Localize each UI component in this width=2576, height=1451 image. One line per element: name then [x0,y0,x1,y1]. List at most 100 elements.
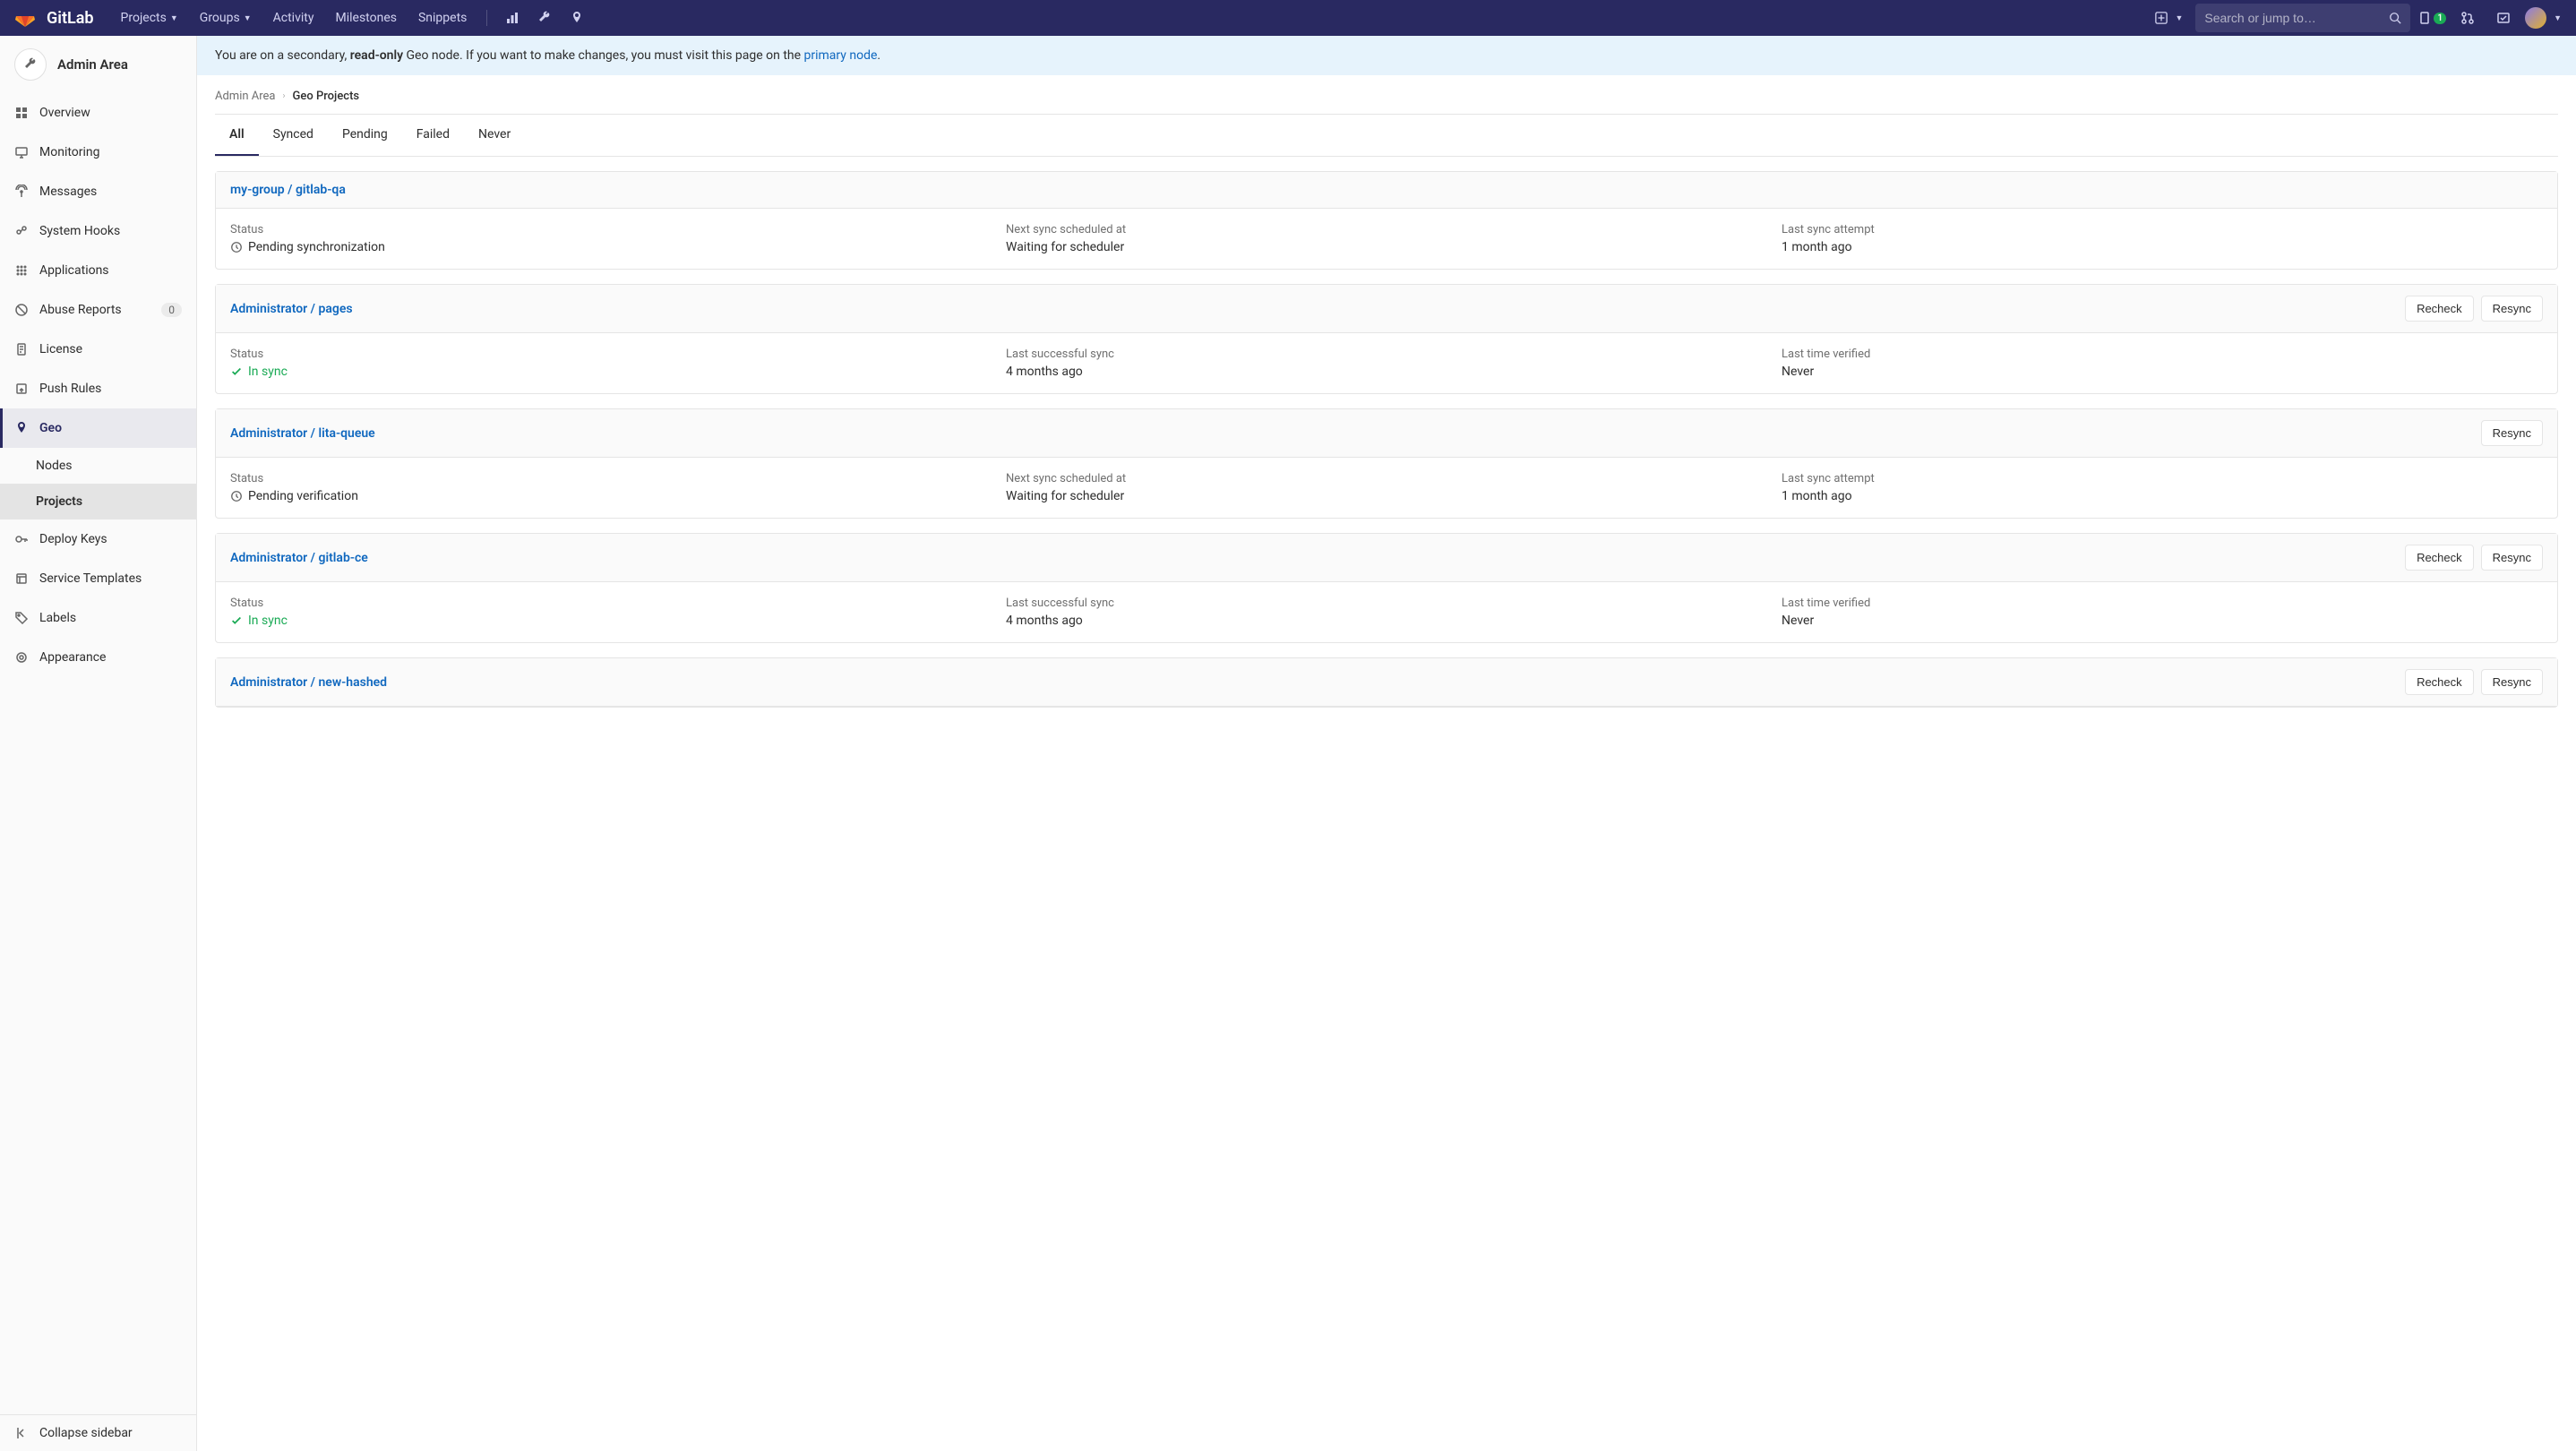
resync-button[interactable]: Resync [2481,296,2543,322]
sidebar-item-label: Push Rules [39,382,101,396]
check-icon [230,365,243,378]
nav-activity[interactable]: Activity [264,0,323,36]
recheck-button[interactable]: Recheck [2405,296,2474,322]
breadcrumb-current: Geo Projects [293,90,360,103]
project-field: Status In sync [230,597,992,628]
search-box[interactable] [2195,4,2410,32]
resync-button[interactable]: Resync [2481,545,2543,571]
field-label: Next sync scheduled at [1006,223,1767,236]
project-panel: Administrator / new-hashed Recheck Resync [215,657,2558,708]
search-input[interactable] [2204,11,2389,25]
merge-requests-icon[interactable] [2453,4,2482,32]
sidebar-item-monitoring[interactable]: Monitoring [0,133,196,172]
sidebar-item-geo[interactable]: Geo [0,408,196,448]
sidebar-header: Admin Area [0,36,196,93]
chevron-down-icon: ▼ [2175,13,2183,23]
geo-location-icon[interactable] [562,4,591,32]
project-title-link[interactable]: my-group / gitlab-qa [230,183,346,197]
sidebar-item-appearance[interactable]: Appearance [0,638,196,677]
todos-icon[interactable] [2489,4,2518,32]
resync-button[interactable]: Resync [2481,420,2543,446]
analytics-icon[interactable] [498,4,527,32]
project-title-link[interactable]: Administrator / lita-queue [230,426,375,441]
sidebar-item-labels[interactable]: Labels [0,598,196,638]
project-panel: Administrator / pages RecheckResync Stat… [215,284,2558,394]
sidebar-item-label: System Hooks [39,224,120,238]
issues-icon[interactable]: 1 [2417,11,2446,25]
sidebar-subitem-nodes[interactable]: Nodes [0,448,196,484]
chevron-down-icon: ▼ [170,13,178,23]
sidebar-subitem-label: Nodes [36,459,73,473]
breadcrumb: Admin Area › Geo Projects [215,90,2558,103]
resync-button[interactable]: Resync [2481,669,2543,695]
user-menu[interactable]: ▼ [2525,7,2562,29]
panel-header: Administrator / new-hashed Recheck Resync [216,658,2557,707]
chevron-right-icon: › [283,91,286,101]
nav-groups[interactable]: Groups▼ [191,0,261,36]
field-value: 1 month ago [1782,240,2543,254]
collapse-label: Collapse sidebar [39,1426,133,1440]
project-title-link[interactable]: Administrator / pages [230,302,353,316]
recheck-button[interactable]: Recheck [2405,545,2474,571]
license-icon [14,342,29,356]
panel-header: Administrator / gitlab-ce Recheck Resync [216,534,2557,582]
tab-pending[interactable]: Pending [328,115,402,156]
tab-all[interactable]: All [215,115,259,156]
gitlab-logo-icon[interactable] [14,7,43,29]
project-field: Last time verified Never [1782,348,2543,379]
panel-body: Status In sync Last successful sync 4 mo… [216,582,2557,642]
sidebar-item-abuse-reports[interactable]: Abuse Reports0 [0,290,196,330]
field-label: Last successful sync [1006,597,1767,610]
project-title-link[interactable]: Administrator / gitlab-ce [230,551,368,565]
panel-actions: Recheck Resync [2405,669,2543,695]
sidebar-item-deploy-keys[interactable]: Deploy Keys [0,519,196,559]
nav-snippets[interactable]: Snippets [409,0,476,36]
project-title-link[interactable]: Administrator / new-hashed [230,675,387,690]
field-value: In sync [230,365,992,379]
field-value: Never [1782,365,2543,379]
project-field: Last sync attempt 1 month ago [1782,223,2543,254]
field-value: Never [1782,614,2543,628]
count-badge: 0 [161,303,182,317]
sidebar-item-overview[interactable]: Overview [0,93,196,133]
nav-divider [486,10,487,26]
brand-name[interactable]: GitLab [47,9,94,28]
field-value: Pending synchronization [230,240,992,254]
tab-failed[interactable]: Failed [402,115,464,156]
sidebar-subitem-projects[interactable]: Projects [0,484,196,519]
collapse-sidebar[interactable]: Collapse sidebar [0,1415,196,1451]
sidebar-item-label: Applications [39,263,109,278]
sidebar-item-license[interactable]: License [0,330,196,369]
primary-node-link[interactable]: primary node [804,48,878,63]
recheck-button[interactable]: Recheck [2405,669,2474,695]
plus-icon [2155,12,2168,24]
project-panel: Administrator / lita-queue Resync Status… [215,408,2558,519]
new-dropdown[interactable]: ▼ [2150,12,2188,24]
field-label: Status [230,597,992,610]
template-icon [14,571,29,586]
breadcrumb-root[interactable]: Admin Area [215,90,276,103]
sidebar-item-service-templates[interactable]: Service Templates [0,559,196,598]
project-field: Next sync scheduled at Waiting for sched… [1006,223,1767,254]
sidebar-item-push-rules[interactable]: Push Rules [0,369,196,408]
nav-milestones[interactable]: Milestones [326,0,406,36]
sidebar-item-system-hooks[interactable]: System Hooks [0,211,196,251]
sidebar-item-label: Service Templates [39,571,142,586]
sidebar-item-messages[interactable]: Messages [0,172,196,211]
panel-header: Administrator / pages Recheck Resync [216,285,2557,333]
apps-icon [14,263,29,278]
clock-icon [230,490,243,502]
sidebar-item-label: Labels [39,611,76,625]
check-icon [230,614,243,627]
admin-wrench-icon[interactable] [530,4,559,32]
field-value: 1 month ago [1782,489,2543,503]
dashboard-icon [14,106,29,120]
tab-never[interactable]: Never [464,115,525,156]
monitor-icon [14,145,29,159]
push-icon [14,382,29,396]
sidebar: Admin Area OverviewMonitoringMessages Sys… [0,36,197,1451]
nav-projects[interactable]: Projects▼ [112,0,187,36]
sidebar-item-applications[interactable]: Applications [0,251,196,290]
broadcast-icon [14,185,29,199]
tab-synced[interactable]: Synced [259,115,328,156]
